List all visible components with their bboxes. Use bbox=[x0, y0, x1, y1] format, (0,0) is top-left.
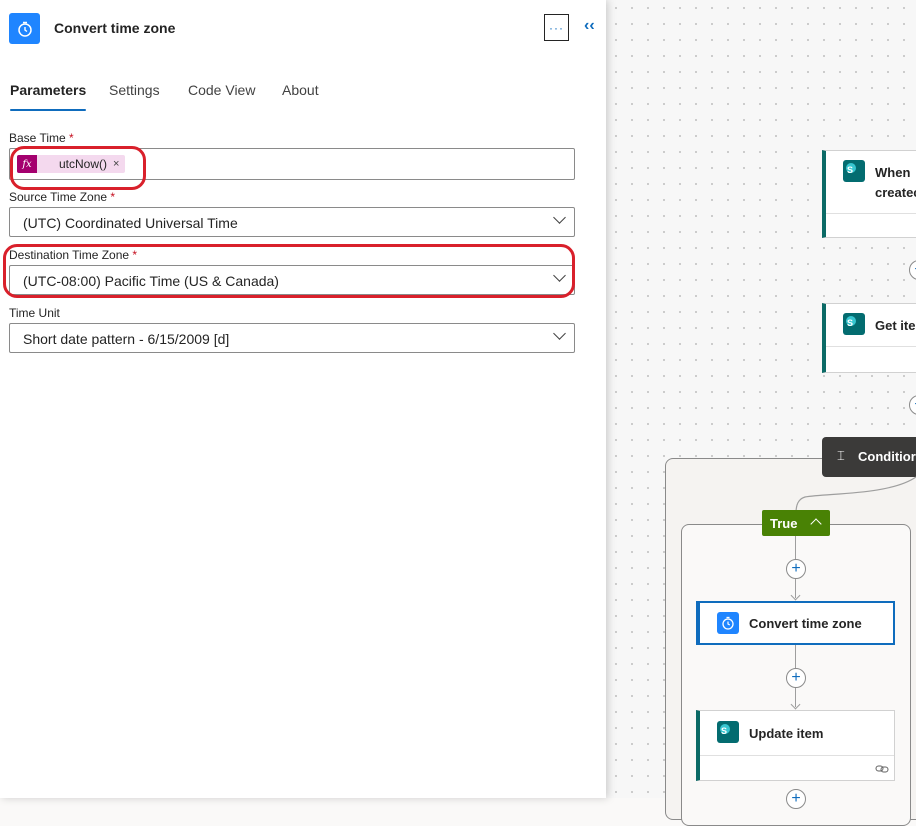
required-marker: * bbox=[132, 248, 138, 262]
sharepoint-icon bbox=[843, 160, 865, 182]
source-time-zone-label: Source Time Zone * bbox=[9, 190, 115, 204]
true-branch-header[interactable]: True bbox=[762, 510, 830, 536]
action-details-panel: Convert time zone ··· ‹‹ Parameters Sett… bbox=[0, 0, 606, 798]
connector-line bbox=[795, 476, 916, 514]
time-unit-dropdown[interactable]: Short date pattern - 6/15/2009 [d] bbox=[9, 323, 575, 353]
chevron-down-icon bbox=[553, 327, 566, 340]
card-divider bbox=[826, 346, 916, 347]
chevron-down-icon bbox=[553, 269, 566, 282]
destination-time-zone-label-text: Destination Time Zone bbox=[9, 248, 130, 262]
link-icon[interactable] bbox=[875, 761, 889, 773]
card-divider bbox=[826, 213, 916, 214]
condition-title: Conditior bbox=[858, 449, 916, 464]
base-time-label-text: Base Time bbox=[9, 131, 66, 145]
chevron-up-icon[interactable] bbox=[810, 518, 822, 530]
condition-header[interactable]: ⌶ Conditior bbox=[822, 437, 916, 477]
chevron-down-icon bbox=[553, 211, 566, 224]
condition-icon: ⌶ bbox=[837, 448, 845, 463]
tab-settings[interactable]: Settings bbox=[109, 82, 160, 98]
sharepoint-icon bbox=[717, 721, 739, 743]
base-time-label: Base Time * bbox=[9, 131, 74, 145]
required-marker: * bbox=[69, 131, 74, 145]
time-unit-value: Short date pattern - 6/15/2009 [d] bbox=[23, 331, 230, 347]
convert-time-zone-card[interactable]: Convert time zone bbox=[696, 601, 895, 645]
source-time-zone-dropdown[interactable]: (UTC) Coordinated Universal Time bbox=[9, 207, 575, 237]
base-time-field[interactable]: fx utcNow() × bbox=[9, 148, 575, 180]
true-branch-label: True bbox=[770, 516, 798, 531]
destination-time-zone-value: (UTC-08:00) Pacific Time (US & Canada) bbox=[23, 273, 279, 289]
convert-time-zone-card-title: Convert time zone bbox=[749, 616, 862, 631]
time-unit-label: Time Unit bbox=[9, 306, 60, 320]
add-action-button[interactable]: + bbox=[786, 559, 806, 579]
add-step-button[interactable]: + bbox=[909, 395, 916, 415]
sharepoint-icon bbox=[843, 313, 865, 335]
tab-about[interactable]: About bbox=[282, 82, 319, 98]
update-item-card[interactable]: Update item bbox=[696, 710, 895, 781]
trigger-card-title-line2: createc bbox=[875, 185, 916, 200]
tab-code-view[interactable]: Code View bbox=[188, 82, 255, 98]
add-action-button[interactable]: + bbox=[786, 789, 806, 809]
alarm-clock-icon bbox=[9, 13, 40, 44]
update-item-card-title: Update item bbox=[749, 726, 824, 741]
destination-time-zone-label: Destination Time Zone * bbox=[9, 248, 137, 262]
trigger-card-title-line1: When bbox=[875, 165, 911, 180]
remove-token-icon[interactable]: × bbox=[113, 158, 119, 170]
source-time-zone-label-text: Source Time Zone bbox=[9, 190, 108, 204]
add-step-button[interactable]: + bbox=[909, 260, 916, 280]
alarm-clock-icon bbox=[717, 612, 739, 634]
required-marker: * bbox=[110, 190, 116, 204]
add-action-button[interactable]: + bbox=[786, 668, 806, 688]
card-divider bbox=[700, 755, 894, 756]
collapse-panel-button[interactable]: ‹‹ bbox=[584, 17, 595, 35]
panel-title: Convert time zone bbox=[54, 20, 176, 36]
expression-token-value: utcNow() bbox=[59, 157, 108, 171]
tab-parameters[interactable]: Parameters bbox=[10, 82, 87, 111]
more-options-button[interactable]: ··· bbox=[544, 14, 569, 41]
expression-token[interactable]: fx utcNow() × bbox=[17, 155, 126, 173]
trigger-card[interactable]: When createc bbox=[822, 150, 916, 238]
get-item-card-title: Get ite bbox=[875, 318, 916, 333]
destination-time-zone-dropdown[interactable]: (UTC-08:00) Pacific Time (US & Canada) bbox=[9, 265, 575, 295]
get-item-card[interactable]: Get ite bbox=[822, 303, 916, 373]
function-icon: fx bbox=[17, 155, 37, 173]
source-time-zone-value: (UTC) Coordinated Universal Time bbox=[23, 215, 238, 231]
